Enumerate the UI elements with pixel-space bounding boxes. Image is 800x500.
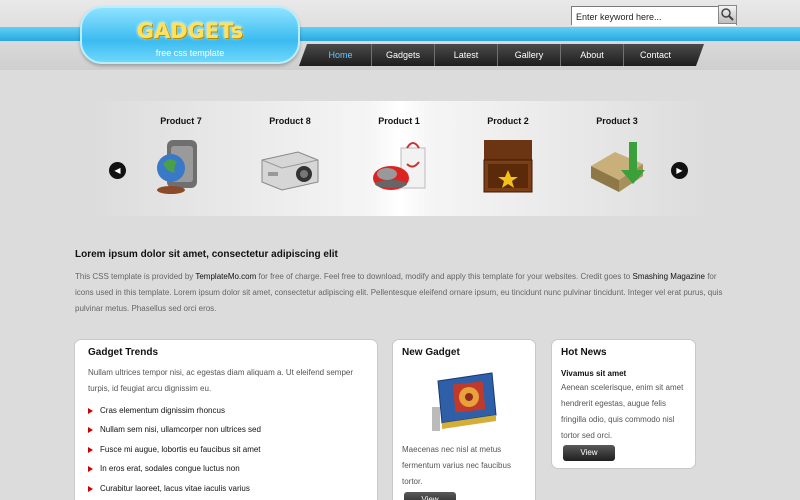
search-button[interactable] bbox=[718, 5, 737, 24]
intro-text: This CSS template is provided by Templat… bbox=[75, 269, 725, 317]
logo-title: GADGETs bbox=[136, 19, 244, 43]
gadget-trends-box bbox=[74, 339, 378, 500]
nav-latest[interactable]: Latest bbox=[435, 44, 498, 66]
trend-item[interactable]: Nullam sem nisi, ullamcorper non ultrice… bbox=[100, 425, 261, 434]
nav-gallery[interactable]: Gallery bbox=[498, 44, 561, 66]
bullet-arrow-icon bbox=[88, 486, 93, 492]
new-gadget-text: Maecenas nec nisl at metus fermentum var… bbox=[402, 445, 511, 486]
gadget-trends-text: Nullam ultrices tempor nisi, ac egestas … bbox=[88, 368, 354, 393]
slider-product-1[interactable]: Product 1 bbox=[344, 116, 454, 198]
hot-news-headline[interactable]: Vivamus sit amet bbox=[561, 369, 626, 378]
hot-news-text: Aenean scelerisque, enim sit amet hendre… bbox=[561, 383, 684, 440]
main-nav: Home Gadgets Latest Gallery About Contac… bbox=[310, 44, 687, 66]
product-name: Product 3 bbox=[596, 116, 638, 126]
logo[interactable]: GADGETs free css template bbox=[80, 6, 300, 64]
search-input[interactable] bbox=[572, 8, 736, 26]
chevron-left-icon: ◀ bbox=[114, 166, 121, 175]
hot-news-title: Hot News bbox=[561, 347, 607, 358]
magazine-link[interactable]: Magazine bbox=[670, 272, 705, 281]
trend-item[interactable]: In eros erat, sodales congue luctus non bbox=[100, 464, 240, 473]
slider-next-button[interactable]: ▶ bbox=[671, 162, 688, 179]
nav-home[interactable]: Home bbox=[310, 44, 372, 66]
map-box-icon bbox=[585, 134, 649, 198]
nav-about[interactable]: About bbox=[561, 44, 624, 66]
product-name: Product 1 bbox=[378, 116, 420, 126]
nav-contact[interactable]: Contact bbox=[624, 44, 687, 66]
bullet-arrow-icon bbox=[88, 408, 93, 414]
templatemo-link[interactable]: TemplateMo.com bbox=[195, 272, 256, 281]
bullet-arrow-icon bbox=[88, 447, 93, 453]
intro-title: Lorem ipsum dolor sit amet, consectetur … bbox=[75, 249, 338, 260]
trend-item[interactable]: Fusce mi augue, lobortis eu faucibus sit… bbox=[100, 445, 261, 454]
logo-subtitle: free css template bbox=[155, 48, 225, 58]
projector-icon bbox=[258, 134, 322, 198]
slider-product-2[interactable]: Product 2 bbox=[453, 116, 563, 198]
product-name: Product 2 bbox=[487, 116, 529, 126]
smashing-link[interactable]: Smashing bbox=[632, 272, 668, 281]
graphics-card-icon bbox=[430, 367, 500, 440]
product-name: Product 8 bbox=[269, 116, 311, 126]
gadget-trends-title: Gadget Trends bbox=[88, 347, 159, 358]
new-gadget-view-button[interactable]: View bbox=[404, 492, 456, 500]
product-name: Product 7 bbox=[160, 116, 202, 126]
slider-product-7[interactable]: Product 7 bbox=[126, 116, 236, 198]
new-gadget-title: New Gadget bbox=[402, 347, 460, 358]
nav-gadgets[interactable]: Gadgets bbox=[372, 44, 435, 66]
search-box bbox=[571, 6, 737, 26]
search-icon bbox=[721, 8, 734, 21]
bullet-arrow-icon bbox=[88, 427, 93, 433]
chevron-right-icon: ▶ bbox=[676, 166, 683, 175]
trend-item[interactable]: Curabitur laoreet, lacus vitae iaculis v… bbox=[100, 484, 250, 493]
bullet-arrow-icon bbox=[88, 466, 93, 472]
mouse-and-bag-icon bbox=[367, 134, 431, 198]
intro-text-part: This CSS template is provided by bbox=[75, 272, 196, 281]
hot-news-view-button[interactable]: View bbox=[563, 445, 615, 461]
slider-product-3[interactable]: Product 3 bbox=[562, 116, 672, 198]
globe-gadget-icon bbox=[149, 134, 213, 198]
slider-product-8[interactable]: Product 8 bbox=[235, 116, 345, 198]
treasure-box-icon bbox=[476, 134, 540, 198]
intro-text-part: for free of charge. Feel free to downloa… bbox=[256, 272, 633, 281]
trend-item[interactable]: Cras elementum dignissim rhoncus bbox=[100, 406, 225, 415]
slider-prev-button[interactable]: ◀ bbox=[109, 162, 126, 179]
